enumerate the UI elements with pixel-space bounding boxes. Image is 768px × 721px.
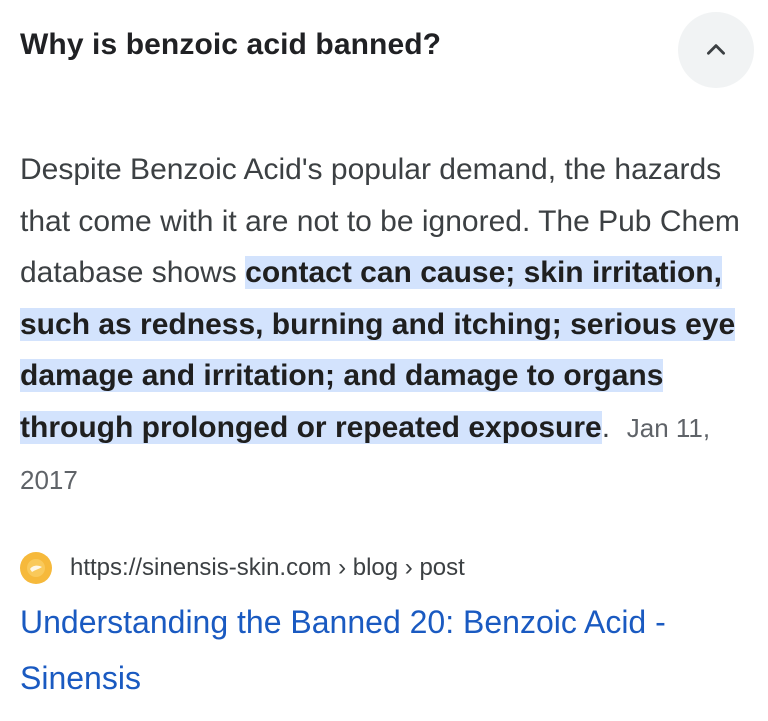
source-url[interactable]: https://sinensis-skin.com › blog › post xyxy=(70,554,465,582)
question-title: Why is benzoic acid banned? xyxy=(20,28,442,61)
collapse-button[interactable] xyxy=(678,12,754,88)
source-row[interactable]: https://sinensis-skin.com › blog › post xyxy=(20,548,465,588)
snippet-trailing: . xyxy=(601,410,611,444)
question-header[interactable]: Why is benzoic acid banned? xyxy=(0,0,768,100)
chevron-up-icon xyxy=(707,44,725,55)
sinensis-logo-icon xyxy=(20,552,52,584)
result-title-link[interactable]: Understanding the Banned 20: Benzoic Aci… xyxy=(20,594,755,706)
featured-snippet: Despite Benzoic Acid's popular demand, t… xyxy=(20,144,755,507)
